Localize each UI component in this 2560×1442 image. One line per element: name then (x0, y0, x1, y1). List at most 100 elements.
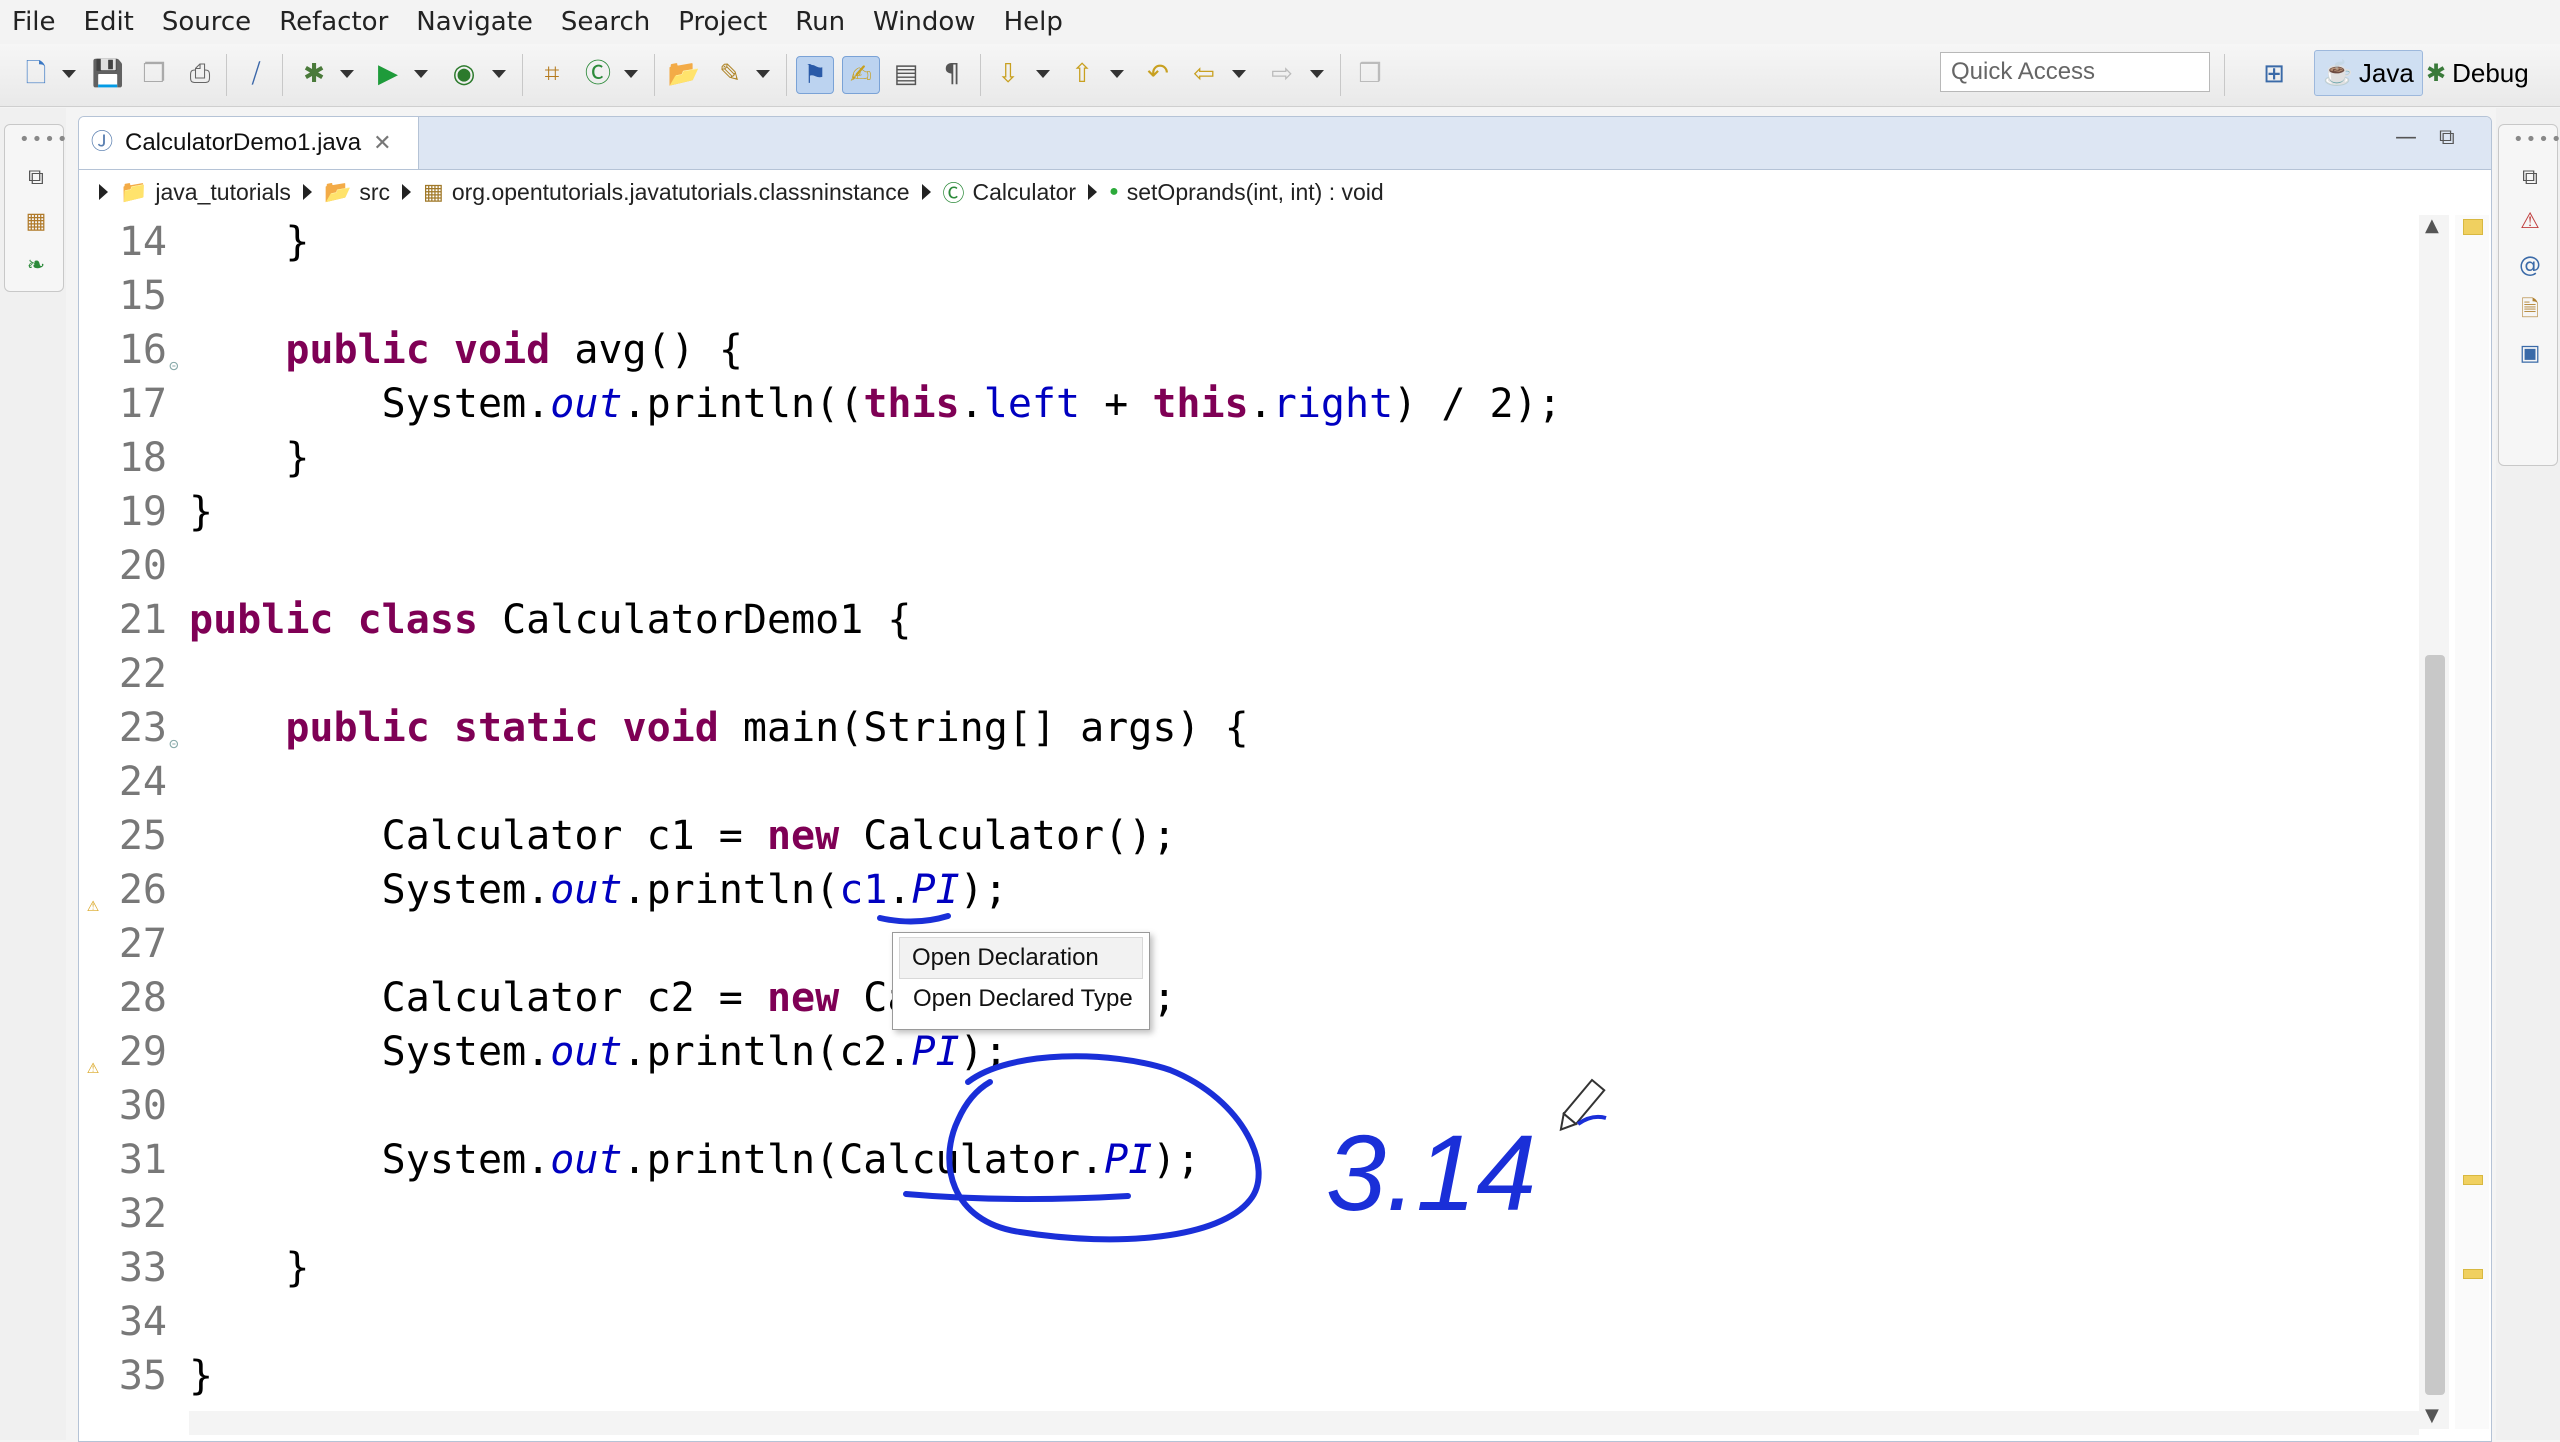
code-line[interactable]: 22 (79, 647, 2419, 701)
forward-icon[interactable]: ⇨ (1264, 56, 1300, 92)
menu-navigate[interactable]: Navigate (402, 7, 547, 37)
code-line[interactable]: 20 (79, 539, 2419, 593)
restore-icon[interactable]: ⧉ (2517, 165, 2543, 191)
mark-occurrences-icon[interactable]: ✍ (842, 56, 880, 94)
menu-edit[interactable]: Edit (70, 7, 148, 37)
overview-ruler[interactable] (2455, 215, 2489, 1429)
next-annotation-dropdown-icon[interactable] (1036, 70, 1050, 78)
breadcrumb-item-class[interactable]: Ⓒ Calculator (943, 176, 1077, 208)
minimize-icon[interactable]: — (2395, 125, 2417, 150)
code-line[interactable]: 33 } (79, 1241, 2419, 1295)
perspective-debug[interactable]: ✱ Debug (2418, 50, 2537, 96)
warning-marker[interactable] (2463, 1269, 2483, 1279)
code-line[interactable]: 35} (79, 1349, 2419, 1403)
code-line[interactable]: 23 ⊝ public static void main(String[] arg… (79, 701, 2419, 755)
type-hierarchy-icon[interactable]: ❧ (23, 253, 49, 279)
breadcrumb-item-project[interactable]: 📁 java_tutorials (120, 179, 291, 206)
skip-breakpoints-icon[interactable]: ⧸ (238, 56, 274, 92)
menu-project[interactable]: Project (664, 7, 781, 37)
problems-icon[interactable]: ⚠ (2517, 209, 2543, 235)
show-whitespace-icon[interactable]: ¶ (934, 56, 970, 92)
forward-dropdown-icon[interactable] (1310, 70, 1324, 78)
chevron-right-icon[interactable] (921, 184, 931, 200)
code-line[interactable]: ⚠ 29 System.out.println(c2.PI); (79, 1025, 2419, 1079)
save-all-icon[interactable]: ❐ (136, 56, 172, 92)
breadcrumb-item-src[interactable]: 📂 src (324, 179, 390, 206)
warning-marker[interactable] (2463, 1175, 2483, 1185)
open-type-icon[interactable]: 📂 (666, 56, 702, 92)
block-selection-icon[interactable]: ▤ (888, 56, 924, 92)
code-line[interactable]: 32 (79, 1187, 2419, 1241)
previous-annotation-dropdown-icon[interactable] (1110, 70, 1124, 78)
code-line[interactable]: 18 } (79, 431, 2419, 485)
code-editor[interactable]: 14 } 15 16 ⊝ public void avg() {17 System.o… (79, 215, 2419, 1429)
perspective-java[interactable]: ☕ Java (2314, 50, 2423, 96)
console-icon[interactable]: ▣ (2517, 341, 2543, 367)
scroll-down-icon[interactable]: ▼ (2425, 1405, 2439, 1426)
new-java-package-icon[interactable]: ⌗ (534, 56, 570, 92)
code-line[interactable]: 27 (79, 917, 2419, 971)
scrollbar-thumb[interactable] (2425, 655, 2445, 1395)
quick-access-field[interactable]: Quick Access (1940, 52, 2210, 92)
menu-file[interactable]: File (0, 7, 70, 37)
code-line[interactable]: 14 } (79, 215, 2419, 269)
breadcrumb-item-package[interactable]: ▦ org.opentutorials.javatutorials.classn… (423, 179, 910, 206)
new-icon[interactable]: 🗋 (18, 56, 54, 92)
save-icon[interactable]: 💾 (90, 56, 126, 92)
menu-source[interactable]: Source (148, 7, 265, 37)
menu-refactor[interactable]: Refactor (265, 7, 402, 37)
chevron-right-icon[interactable] (99, 184, 108, 200)
package-explorer-icon[interactable]: ▦ (23, 209, 49, 235)
code-line[interactable]: 25 Calculator c1 = new Calculator(); (79, 809, 2419, 863)
code-line[interactable]: 15 (79, 269, 2419, 323)
code-line[interactable]: 17 System.out.println((this.left + this.… (79, 377, 2419, 431)
debug-icon[interactable]: ✱ (296, 56, 332, 92)
debug-dropdown-icon[interactable] (340, 70, 354, 78)
breadcrumb-item-method[interactable]: ● setOprands(int, int) : void (1109, 179, 1384, 206)
menu-window[interactable]: Window (859, 7, 990, 37)
horizontal-scrollbar[interactable] (189, 1411, 2419, 1435)
toggle-breadcrumb-icon[interactable]: ⚑ (796, 56, 834, 94)
menu-run[interactable]: Run (781, 7, 859, 37)
drag-handle-icon[interactable]: •••• (2513, 129, 2560, 150)
chevron-right-icon[interactable] (302, 184, 312, 200)
code-line[interactable]: 31 System.out.println(Calculator.PI); (79, 1133, 2419, 1187)
new-dropdown-icon[interactable] (62, 70, 76, 78)
code-line[interactable]: 34 (79, 1295, 2419, 1349)
menu-search[interactable]: Search (547, 7, 664, 37)
code-line[interactable]: 30 (79, 1079, 2419, 1133)
pin-editor-icon[interactable]: ❒ (1352, 56, 1388, 92)
search-dropdown-icon[interactable] (756, 70, 770, 78)
code-line[interactable]: 19} (79, 485, 2419, 539)
code-line[interactable]: 28 Calculator c2 = new Calculator(); (79, 971, 2419, 1025)
previous-annotation-icon[interactable]: ⇧ (1064, 56, 1100, 92)
code-line[interactable]: 24 (79, 755, 2419, 809)
open-perspective-icon[interactable]: ⊞ (2256, 56, 2292, 92)
coverage-dropdown-icon[interactable] (492, 70, 506, 78)
restore-icon[interactable]: ⧉ (23, 165, 49, 191)
search-icon[interactable]: ✎ (712, 56, 748, 92)
close-icon[interactable]: ✕ (373, 131, 391, 156)
back-dropdown-icon[interactable] (1232, 70, 1246, 78)
maximize-icon[interactable]: ⧉ (2439, 125, 2455, 150)
back-icon[interactable]: ⇦ (1186, 56, 1222, 92)
menu-help[interactable]: Help (990, 7, 1077, 37)
last-edit-location-icon[interactable]: ↶ (1140, 56, 1176, 92)
coverage-icon[interactable]: ◉ (446, 56, 482, 92)
code-line[interactable]: ⚠ 26 System.out.println(c1.PI); (79, 863, 2419, 917)
editor-tab[interactable]: Ⓙ CalculatorDemo1.java ✕ (79, 117, 419, 169)
drag-handle-icon[interactable]: •••• (19, 129, 69, 150)
open-declared-type-item[interactable]: Open Declared Type (893, 979, 1149, 1019)
next-annotation-icon[interactable]: ⇩ (990, 56, 1026, 92)
warning-summary-marker[interactable] (2463, 219, 2483, 235)
javadoc-icon[interactable]: @ (2517, 253, 2543, 279)
open-declaration-item[interactable]: Open Declaration (899, 937, 1143, 979)
print-icon[interactable]: ⎙ (182, 56, 218, 92)
scroll-up-icon[interactable]: ▲ (2425, 215, 2439, 236)
chevron-right-icon[interactable] (1088, 184, 1098, 200)
code-line[interactable]: 16 ⊝ public void avg() { (79, 323, 2419, 377)
chevron-right-icon[interactable] (402, 184, 412, 200)
vertical-scrollbar[interactable]: ▲ ▼ (2419, 215, 2449, 1429)
run-dropdown-icon[interactable] (414, 70, 428, 78)
new-java-class-icon[interactable]: Ⓒ (580, 56, 616, 92)
